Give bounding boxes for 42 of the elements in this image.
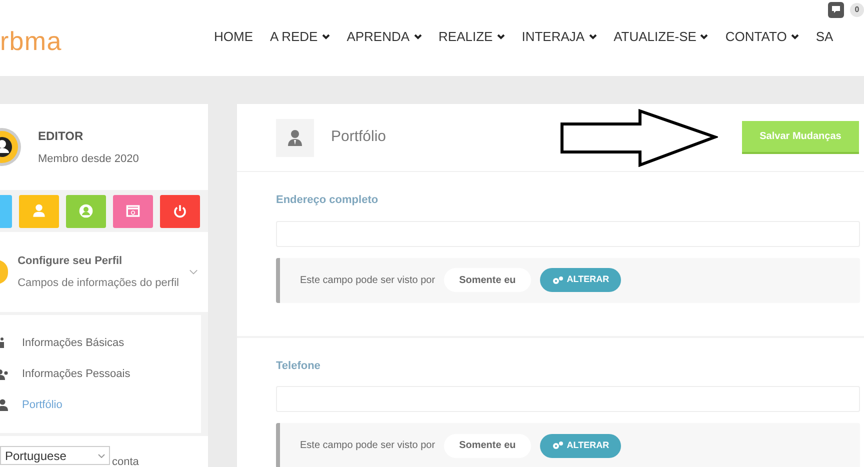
caret-down-icon [588, 34, 597, 40]
menu-link[interactable]: Informações Básicas [22, 334, 124, 352]
gears-icon [552, 276, 563, 284]
action-button[interactable] [160, 194, 200, 228]
caret-down-icon [790, 34, 799, 40]
field-label: Telefone [276, 358, 322, 374]
nav-link[interactable]: SA [816, 27, 834, 46]
page-title: Portfólio [331, 127, 386, 148]
action-button[interactable] [113, 194, 153, 228]
menu-link[interactable]: Informações Pessoais [22, 366, 130, 382]
gears-icon [552, 441, 563, 450]
nav-link[interactable]: HOME [214, 27, 253, 46]
action-button[interactable] [19, 194, 59, 228]
caret-down-icon [496, 34, 505, 40]
chat-icon[interactable] [828, 2, 844, 18]
settings-panel[interactable]: Configure seu Perfil Campos de informações do perfil [0, 232, 208, 312]
language-select[interactable]: Portuguese [0, 446, 110, 465]
caret-down-icon [414, 34, 422, 40]
visibility-text: Este campo pode ser visto por [300, 439, 436, 453]
portfolio-icon [276, 118, 314, 156]
action-button[interactable] [66, 194, 106, 228]
menu-text: conta [112, 455, 139, 467]
nav-link[interactable]: CONTATO [725, 27, 799, 46]
nav-link[interactable]: INTERAJA [522, 27, 597, 46]
nav-link[interactable]: APRENDA [346, 27, 422, 46]
nav-link[interactable]: ATUALIZE-SE [614, 27, 708, 46]
caret-down-icon [322, 34, 330, 40]
field-label: Endereço completo [276, 193, 380, 208]
chevron-down-icon[interactable] [189, 269, 198, 275]
settings-subtitle: Campos de informações do perfil [18, 276, 179, 291]
caret-down-icon [700, 34, 708, 40]
member-since: Membro desde 2020 [38, 152, 139, 167]
chevron-down-icon [98, 454, 105, 458]
message-count: 0 [850, 3, 864, 17]
nav-link[interactable]: A REDE [270, 27, 330, 46]
visibility-text: Este campo pode ser visto por [300, 274, 436, 288]
user-role: EDITOR [38, 128, 84, 145]
info-icon [0, 337, 6, 349]
settings-title: Configure seu Perfil [18, 254, 124, 268]
nav-link[interactable]: REALIZE [438, 27, 505, 46]
visibility-value: Somente eu [444, 268, 531, 292]
visibility-value: Somente eu [444, 434, 531, 458]
